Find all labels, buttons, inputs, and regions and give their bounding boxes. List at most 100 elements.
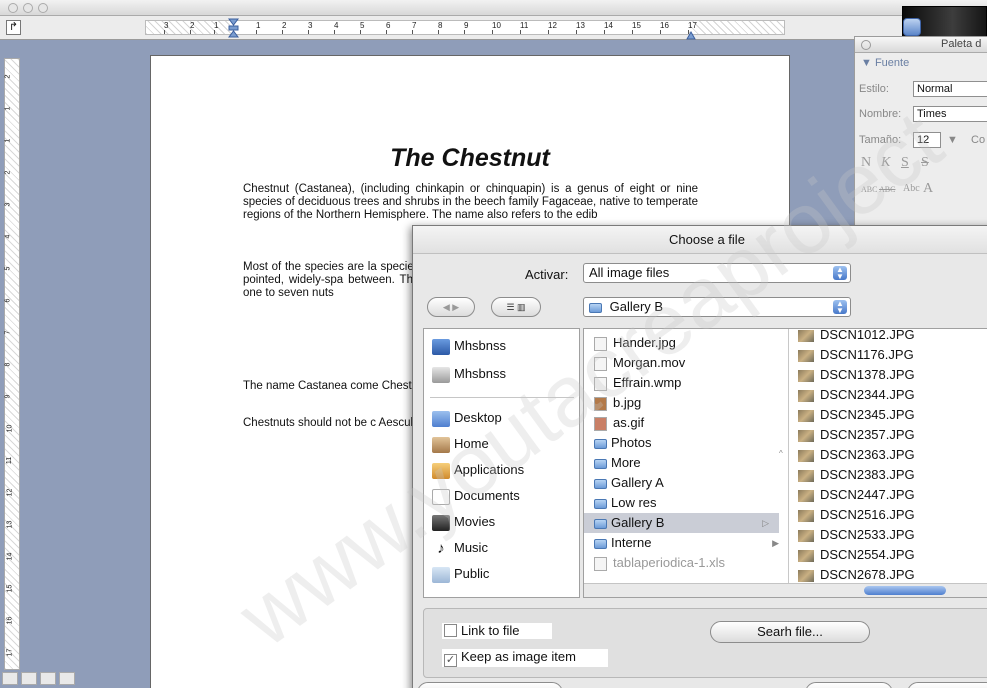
image-item[interactable]: DSCN2363.JPG <box>798 445 987 465</box>
image-thumbnail-icon <box>798 549 814 562</box>
folder-name: Photos <box>611 435 652 450</box>
file-item[interactable]: Effrain.wmp <box>594 373 788 393</box>
folder-icon <box>594 458 607 469</box>
ruler-tick-mark <box>604 30 605 34</box>
ruler-text-area <box>234 21 689 34</box>
indent-marker-icon[interactable] <box>228 18 239 38</box>
bold-button[interactable]: N <box>861 155 871 171</box>
checkmark-icon[interactable]: ✓ <box>444 654 457 667</box>
image-thumbnail-icon <box>798 369 814 382</box>
list-view-icon[interactable]: ☰ <box>506 302 514 312</box>
scrollbar-thumb[interactable] <box>864 586 946 595</box>
small-caps-button[interactable]: ABC <box>861 185 877 194</box>
vruler-tick-label: 6 <box>4 298 12 303</box>
sidebar-item-computer[interactable]: Mhsbnss <box>432 335 507 357</box>
folder-icon <box>594 478 607 489</box>
link-to-file-checkbox[interactable]: Link to file <box>442 623 552 639</box>
ruler-tick-label: 2 <box>190 21 194 34</box>
folder-item[interactable]: Gallery A <box>594 473 788 493</box>
location-select[interactable]: Gallery B ▲ ▼ <box>583 297 851 317</box>
ruler-tick-mark <box>520 30 521 34</box>
nombre-field[interactable]: Times <box>913 106 987 122</box>
page-view-icon[interactable] <box>40 672 56 685</box>
checkbox-box[interactable] <box>444 624 457 637</box>
dialog-ok-button[interactable] <box>907 682 987 688</box>
sidebar-item-applications[interactable]: Applications <box>432 459 524 481</box>
close-icon[interactable] <box>8 3 18 13</box>
vruler-tick-label: 9 <box>4 394 12 399</box>
folder-name: Interne <box>611 535 652 550</box>
sidebar-item-music[interactable]: ♪ Music <box>432 537 488 559</box>
caps-button[interactable]: Abc <box>903 183 920 194</box>
ruler-origin-button[interactable]: ↱ <box>6 20 21 35</box>
underline-button[interactable]: S <box>901 155 909 171</box>
image-item[interactable]: DSCN1012.JPG <box>798 329 987 345</box>
file-type-select[interactable]: All image files ▲ ▼ <box>583 263 851 283</box>
file-item[interactable]: Hander.jpg <box>594 333 788 353</box>
sidebar-item-movies[interactable]: Movies <box>432 511 495 533</box>
folder-item[interactable]: Low res <box>594 493 788 513</box>
image-item[interactable]: DSCN2344.JPG <box>798 385 987 405</box>
image-item[interactable]: DSCN2345.JPG <box>798 405 987 425</box>
image-item[interactable]: DSCN2447.JPG <box>798 485 987 505</box>
ruler-tick-mark <box>164 30 165 34</box>
image-item[interactable]: DSCN2383.JPG <box>798 465 987 485</box>
notebook-view-icon[interactable] <box>59 672 75 685</box>
back-forward-buttons[interactable]: ◀ ▶ <box>427 297 475 317</box>
folder-item-selected[interactable]: Gallery B ▷ <box>584 513 779 533</box>
folder-name: Gallery A <box>611 475 664 490</box>
column-resize-icon[interactable]: ^ <box>779 449 783 458</box>
vruler-tick-label: 1 <box>4 138 12 143</box>
sidebar-item-public[interactable]: Public <box>432 563 489 585</box>
palette-close-icon[interactable] <box>861 40 871 50</box>
minimize-icon[interactable] <box>23 3 33 13</box>
image-item[interactable]: DSCN2357.JPG <box>798 425 987 445</box>
toolbar-toggle-icon[interactable] <box>903 18 921 36</box>
sidebar-item-disk[interactable]: Mhsbnss <box>432 363 506 385</box>
tab-stop-icon[interactable] <box>686 30 696 40</box>
palette-section-font[interactable]: ▼ Fuente <box>855 53 987 73</box>
strikethrough-button[interactable]: S <box>921 155 929 171</box>
image-item[interactable]: DSCN1176.JPG <box>798 345 987 365</box>
image-item[interactable]: DSCN2533.JPG <box>798 525 987 545</box>
dialog-left-button[interactable] <box>417 682 563 688</box>
image-thumbnail-icon <box>798 449 814 462</box>
tamano-field[interactable]: 12 <box>913 132 941 148</box>
file-item[interactable]: b.jpg <box>594 393 788 413</box>
file-item[interactable]: Morgan.mov <box>594 353 788 373</box>
tamano-dropdown-icon[interactable]: ▼ <box>947 134 958 146</box>
sidebar-item-desktop[interactable]: Desktop <box>432 407 502 429</box>
file-item[interactable]: as.gif <box>594 413 788 433</box>
zoom-icon[interactable] <box>38 3 48 13</box>
image-item[interactable]: DSCN2554.JPG <box>798 545 987 565</box>
ruler-tick-label: 13 <box>576 21 585 34</box>
vertical-ruler[interactable]: 2 1 1 2 3 4 5 6 7 8 9 10 11 12 13 14 15 16 17 <box>4 58 20 670</box>
column-view-icon[interactable]: ▥ <box>517 302 526 312</box>
ruler-tick-label: 16 <box>660 21 669 34</box>
image-item[interactable]: DSCN2678.JPG <box>798 565 987 585</box>
ruler-tick-mark <box>386 30 387 34</box>
ruler-tick-label: 12 <box>548 21 557 34</box>
font-effects-button[interactable]: A <box>923 181 933 197</box>
folder-item[interactable]: More <box>594 453 788 473</box>
image-thumbnail-icon <box>798 389 814 402</box>
sidebar-item-label: Desktop <box>454 410 502 425</box>
sidebar-item-documents[interactable]: Documents <box>432 485 520 507</box>
outline-view-icon[interactable] <box>21 672 37 685</box>
folder-item[interactable]: Interne ▶ <box>594 533 788 553</box>
image-item[interactable]: DSCN2516.JPG <box>798 505 987 525</box>
italic-button[interactable]: K <box>881 155 890 171</box>
image-item[interactable]: DSCN1378.JPG <box>798 365 987 385</box>
dialog-cancel-button[interactable] <box>805 682 893 688</box>
estilo-field[interactable]: Normal <box>913 81 987 97</box>
folder-item[interactable]: Photos <box>594 433 788 453</box>
draft-view-icon[interactable] <box>2 672 18 685</box>
file-name: Hander.jpg <box>613 335 676 350</box>
view-mode-buttons[interactable]: ☰ ▥ <box>491 297 541 317</box>
search-file-button[interactable]: Searh file... <box>710 621 870 643</box>
horizontal-scrollbar[interactable] <box>584 583 987 597</box>
keep-as-image-checkbox[interactable]: ✓ Keep as image item <box>442 649 608 667</box>
double-strike-button[interactable]: ABC <box>879 185 895 194</box>
sidebar-item-home[interactable]: Home <box>432 433 489 455</box>
vruler-tick-label: 7 <box>4 330 12 335</box>
